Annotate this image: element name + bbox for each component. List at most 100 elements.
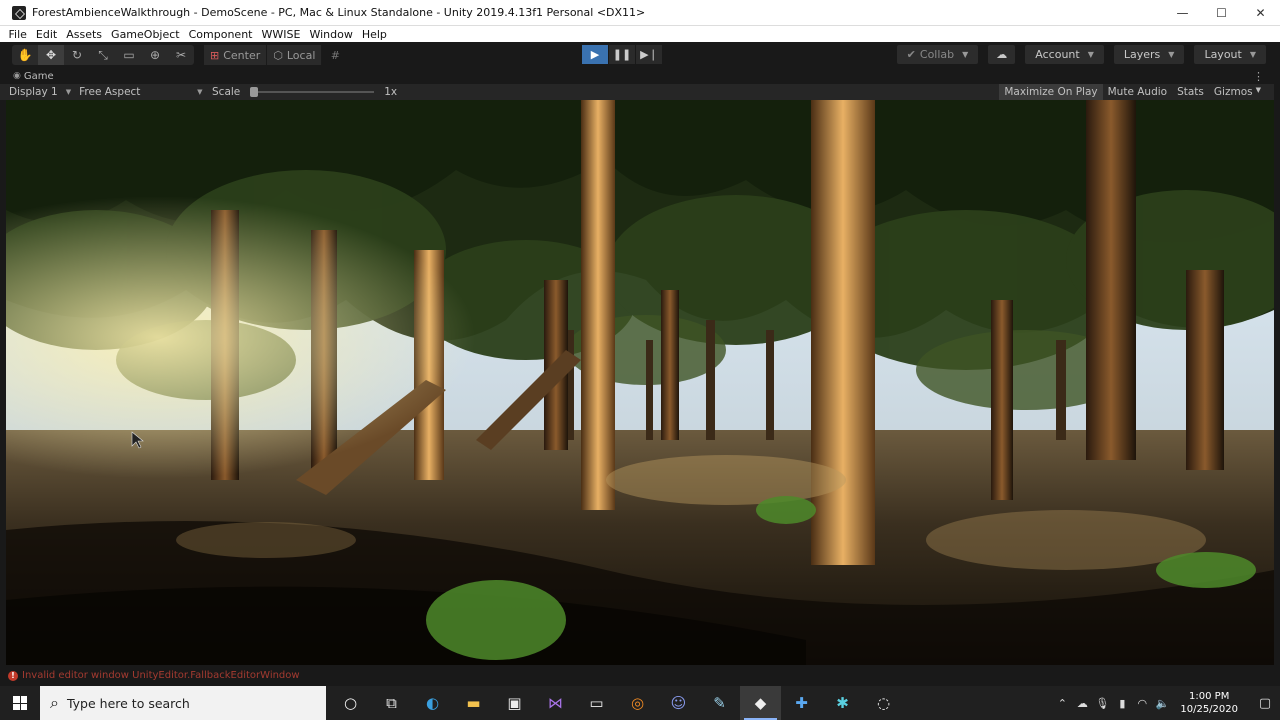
chevron-down-icon: ▼ xyxy=(962,50,969,59)
gamepad-icon: ◉ xyxy=(13,71,21,81)
discord-icon[interactable]: ☺ xyxy=(658,686,699,720)
taskbar-apps: ○ ⧉ ◐ ▬ ▣ ⋈ ▭ ◎ ☺ ✎ ◆ ✚ ✱ ◌ xyxy=(330,686,904,720)
layout-dropdown[interactable]: Layout ▼ xyxy=(1194,45,1266,64)
menu-help[interactable]: Help xyxy=(357,28,391,41)
store-icon[interactable]: ▣ xyxy=(494,686,535,720)
taskbar-search[interactable]: ⌕ Type here to search xyxy=(40,686,326,720)
menu-gameobject[interactable]: GameObject xyxy=(107,28,185,41)
mute-audio-toggle[interactable]: Mute Audio xyxy=(1103,84,1172,100)
window-title: ForestAmbienceWalkthrough - DemoScene - … xyxy=(32,6,646,19)
transform-tool-icon[interactable]: ⊕ xyxy=(142,45,168,65)
rect-tool-icon[interactable]: ▭ xyxy=(116,45,142,65)
pivot-center-icon: ⊞ xyxy=(210,48,220,62)
pivot-controls: ⊞ Center ⬡ Local # xyxy=(204,45,346,65)
layers-dropdown[interactable]: Layers ▼ xyxy=(1113,45,1185,64)
game-viewport[interactable] xyxy=(6,100,1274,665)
notifications-icon[interactable]: ▢ xyxy=(1250,696,1280,711)
notepad-icon[interactable]: ✎ xyxy=(699,686,740,720)
search-placeholder: Type here to search xyxy=(66,695,190,711)
pause-button[interactable]: ❚❚ xyxy=(609,45,635,64)
error-icon: ! xyxy=(8,670,18,681)
blender-icon[interactable]: ◎ xyxy=(617,686,658,720)
menu-edit[interactable]: Edit xyxy=(31,28,61,41)
app-icon-teal[interactable]: ✱ xyxy=(822,686,863,720)
move-tool-icon[interactable]: ✥ xyxy=(38,45,64,65)
chevron-up-icon[interactable]: ⌃ xyxy=(1052,697,1072,710)
tab-game[interactable]: ◉ Game xyxy=(13,71,54,82)
edge-icon[interactable]: ◐ xyxy=(412,686,453,720)
system-tray: ⌃ ☁ 🎙 ▮ ◠ 🔈 1:00 PM 10/25/2020 ▢ xyxy=(1052,686,1280,720)
status-bar[interactable]: ! Invalid editor window UnityEditor.Fall… xyxy=(0,665,1280,686)
microphone-icon[interactable]: 🎙 xyxy=(1092,697,1112,710)
scale-slider[interactable] xyxy=(250,87,375,97)
hand-tool-icon[interactable]: ✋ xyxy=(12,45,38,65)
gizmos-toggle[interactable]: Gizmos xyxy=(1209,84,1258,100)
pivot-mode-button[interactable]: ⊞ Center xyxy=(204,45,268,65)
pivot-local-icon: ⬡ xyxy=(273,48,283,62)
status-message[interactable]: Invalid editor window UnityEditor.Fallba… xyxy=(22,670,300,681)
window-controls: — ☐ ✕ xyxy=(1163,0,1280,26)
wifi-icon[interactable]: ◠ xyxy=(1132,697,1152,710)
main-toolbar: ✋ ✥ ↻ ⤡ ▭ ⊕ ✂ ⊞ Center ⬡ Local # ▶ ❚❚ ▶❘ ✔… xyxy=(0,42,1280,68)
clock[interactable]: 1:00 PM 10/25/2020 xyxy=(1180,690,1238,716)
start-button[interactable] xyxy=(0,686,40,720)
file-explorer-icon[interactable]: ▬ xyxy=(453,686,494,720)
volume-icon[interactable]: 🔈 xyxy=(1152,697,1172,710)
menu-file[interactable]: File xyxy=(4,28,31,41)
menu-wwise[interactable]: WWISE xyxy=(257,28,305,41)
collab-label: Collab xyxy=(919,48,955,61)
layers-label: Layers xyxy=(1123,48,1161,61)
chevron-down-icon: ▼ xyxy=(1168,50,1175,59)
play-button[interactable]: ▶ xyxy=(582,45,608,64)
close-button[interactable]: ✕ xyxy=(1241,0,1280,26)
maximize-button[interactable]: ☐ xyxy=(1202,0,1241,26)
cortana-icon[interactable]: ○ xyxy=(330,686,371,720)
game-view-toolbar: Display 1 ▼ Free Aspect ▼ Scale 1x Maximiz… xyxy=(0,84,1274,100)
unity-icon[interactable]: ◆ xyxy=(740,686,781,720)
display-label: Display 1 xyxy=(9,86,58,98)
account-label: Account xyxy=(1035,48,1080,61)
play-controls: ▶ ❚❚ ▶❘ xyxy=(582,45,663,64)
task-view-icon[interactable]: ⧉ xyxy=(371,686,412,720)
search-icon: ⌕ xyxy=(50,693,59,712)
chevron-down-icon[interactable]: ▼ xyxy=(1256,84,1266,100)
maximize-on-play-toggle[interactable]: Maximize On Play xyxy=(999,84,1103,100)
stats-toggle[interactable]: Stats xyxy=(1172,84,1209,100)
cloud-sync-icon[interactable]: ☁ xyxy=(1072,697,1092,710)
unity-logo-icon xyxy=(12,5,26,20)
cloud-icon: ☁ xyxy=(996,48,1008,61)
custom-tool-icon[interactable]: ✂ xyxy=(168,45,194,65)
transform-tools: ✋ ✥ ↻ ⤡ ▭ ⊕ ✂ xyxy=(12,45,194,65)
scale-label: Scale xyxy=(212,86,241,98)
scale-slider-handle[interactable] xyxy=(250,87,259,97)
menu-assets[interactable]: Assets xyxy=(62,28,107,41)
grid-snap-icon[interactable]: # xyxy=(324,45,346,65)
scale-tool-icon[interactable]: ⤡ xyxy=(90,45,116,65)
tab-game-label: Game xyxy=(23,70,54,82)
collab-button[interactable]: ✔ Collab ▼ xyxy=(896,45,979,64)
visual-studio-icon[interactable]: ⋈ xyxy=(535,686,576,720)
battery-icon[interactable]: ▮ xyxy=(1112,697,1132,710)
menu-window[interactable]: Window xyxy=(305,28,357,41)
step-button[interactable]: ▶❘ xyxy=(636,45,662,64)
menu-component[interactable]: Component xyxy=(184,28,257,41)
display-dropdown[interactable]: Display 1 ▼ xyxy=(0,86,71,98)
tab-menu-icon[interactable]: ⋮ xyxy=(1253,70,1264,83)
menu-bar: File Edit Assets GameObject Component WW… xyxy=(0,26,1280,42)
app-icon-blue[interactable]: ✚ xyxy=(781,686,822,720)
minimize-button[interactable]: — xyxy=(1163,0,1202,26)
layout-label: Layout xyxy=(1204,48,1242,61)
cloud-button[interactable]: ☁ xyxy=(988,45,1016,64)
aspect-dropdown[interactable]: Free Aspect ▼ xyxy=(71,86,202,98)
account-dropdown[interactable]: Account ▼ xyxy=(1025,45,1104,64)
terminal-icon[interactable]: ▭ xyxy=(576,686,617,720)
windows-logo-icon xyxy=(13,696,27,710)
windows-taskbar: ⌕ Type here to search ○ ⧉ ◐ ▬ ▣ ⋈ ▭ ◎ ☺ … xyxy=(0,686,1280,720)
game-tab-bar: ◉ Game ⋮ xyxy=(0,68,1280,84)
scale-control: Scale 1x xyxy=(212,86,397,98)
pivot-rotation-label: Local xyxy=(286,48,316,62)
rotate-tool-icon[interactable]: ↻ xyxy=(64,45,90,65)
forest-scene-render xyxy=(6,100,1274,665)
obs-icon[interactable]: ◌ xyxy=(863,686,904,720)
pivot-rotation-button[interactable]: ⬡ Local xyxy=(267,45,323,65)
